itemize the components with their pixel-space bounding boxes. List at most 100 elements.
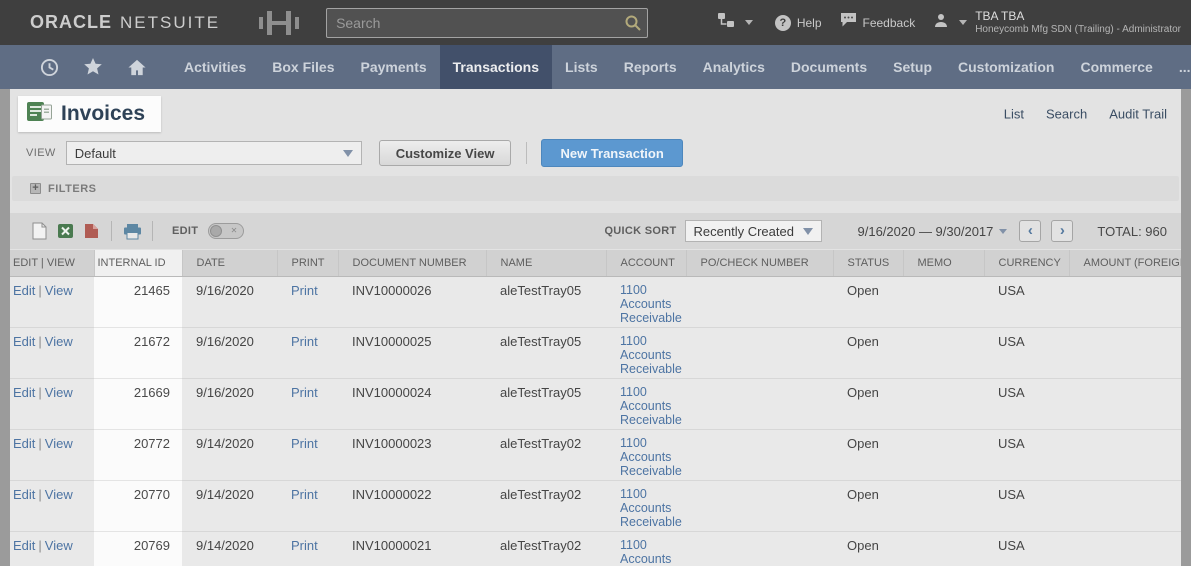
roles-menu[interactable] bbox=[717, 12, 753, 33]
account-link[interactable]: 1100 Accounts Receivable bbox=[620, 436, 686, 478]
nav-item-payments[interactable]: Payments bbox=[348, 45, 440, 89]
total-count: TOTAL: 960 bbox=[1097, 224, 1167, 239]
nav-item-more[interactable]: ... bbox=[1166, 45, 1191, 89]
column-header-internal-id[interactable]: INTERNAL ID bbox=[94, 250, 182, 276]
column-header-name[interactable]: NAME bbox=[486, 250, 606, 276]
search-input[interactable] bbox=[326, 8, 648, 38]
column-header-currency[interactable]: CURRENCY bbox=[984, 250, 1069, 276]
prev-page-button[interactable]: ‹ bbox=[1019, 220, 1041, 242]
view-link[interactable]: View bbox=[45, 436, 73, 451]
edit-link[interactable]: Edit bbox=[13, 436, 35, 451]
view-row: VIEW Default Customize View New Transact… bbox=[10, 139, 1181, 167]
new-record-page-icon[interactable] bbox=[26, 222, 52, 240]
account-cell: 1100 Accounts Receivable bbox=[606, 378, 686, 429]
netsuite-logo[interactable]: ORACLE NETSUITE bbox=[30, 12, 220, 33]
nav-item-setup[interactable]: Setup bbox=[880, 45, 945, 89]
view-link[interactable]: View bbox=[45, 538, 73, 553]
date-cell: 9/14/2020 bbox=[182, 429, 277, 480]
print-cell: Print bbox=[277, 378, 338, 429]
account-cell: 1100 Accounts Receivable bbox=[606, 327, 686, 378]
quick-sort-select[interactable]: Recently Created bbox=[685, 220, 822, 242]
header-link-search[interactable]: Search bbox=[1046, 107, 1087, 122]
column-header-edit-view[interactable]: EDIT | VIEW bbox=[10, 250, 94, 276]
print-link[interactable]: Print bbox=[291, 538, 318, 553]
nav-item-documents[interactable]: Documents bbox=[778, 45, 880, 89]
user-menu[interactable] bbox=[933, 12, 967, 33]
column-header-print[interactable]: PRINT bbox=[277, 250, 338, 276]
global-search bbox=[326, 8, 648, 38]
account-link[interactable]: 1100 Accounts Receivable bbox=[620, 283, 686, 325]
memo-cell bbox=[903, 327, 984, 378]
nav-item-lists[interactable]: Lists bbox=[552, 45, 611, 89]
name-cell: aleTestTray05 bbox=[486, 327, 606, 378]
page-header-links: List Search Audit Trail bbox=[1004, 107, 1167, 122]
feedback-button[interactable]: Feedback bbox=[840, 12, 916, 33]
edit-link[interactable]: Edit bbox=[13, 538, 35, 553]
page-title-chip: Invoices bbox=[18, 96, 161, 132]
account-link[interactable]: 1100 Accounts Receivable bbox=[620, 385, 686, 427]
help-button[interactable]: ? Help bbox=[775, 15, 822, 31]
view-link[interactable]: View bbox=[45, 334, 73, 349]
column-header-date[interactable]: DATE bbox=[182, 250, 277, 276]
column-header-memo[interactable]: MEMO bbox=[903, 250, 984, 276]
export-pdf-icon[interactable] bbox=[78, 223, 104, 239]
nav-item-activities[interactable]: Activities bbox=[171, 45, 259, 89]
edit-view-cell: Edit|View bbox=[10, 531, 94, 566]
account-link[interactable]: 1100 Accounts Receivable bbox=[620, 538, 686, 566]
print-link[interactable]: Print bbox=[291, 283, 318, 298]
filters-bar[interactable]: + FILTERS bbox=[12, 176, 1179, 201]
invoices-table: EDIT | VIEWINTERNAL IDDATEPRINTDOCUMENT … bbox=[10, 250, 1181, 566]
internal-id-cell: 21669 bbox=[94, 378, 182, 429]
amount-cell bbox=[1069, 276, 1181, 327]
view-link[interactable]: View bbox=[45, 487, 73, 502]
column-header-amount-foreign[interactable]: AMOUNT (FOREIGN bbox=[1069, 250, 1181, 276]
print-link[interactable]: Print bbox=[291, 334, 318, 349]
header-link-audit-trail[interactable]: Audit Trail bbox=[1109, 107, 1167, 122]
internal-id-cell: 20769 bbox=[94, 531, 182, 566]
edit-link[interactable]: Edit bbox=[13, 487, 35, 502]
search-icon[interactable] bbox=[625, 15, 641, 36]
link-separator: | bbox=[38, 436, 41, 451]
account-link[interactable]: 1100 Accounts Receivable bbox=[620, 487, 686, 529]
nav-item-transactions[interactable]: Transactions bbox=[440, 45, 552, 89]
nav-item-commerce[interactable]: Commerce bbox=[1067, 45, 1165, 89]
memo-cell bbox=[903, 378, 984, 429]
new-transaction-button[interactable]: New Transaction bbox=[541, 139, 682, 167]
recent-records-clock-icon[interactable] bbox=[30, 45, 69, 89]
print-icon[interactable] bbox=[119, 223, 145, 240]
nav-item-reports[interactable]: Reports bbox=[611, 45, 690, 89]
date-range-selector[interactable]: 9/16/2020 — 9/30/2017 bbox=[858, 224, 1008, 239]
po-check-number-cell bbox=[686, 378, 833, 429]
edit-link[interactable]: Edit bbox=[13, 334, 35, 349]
edit-link[interactable]: Edit bbox=[13, 283, 35, 298]
edit-link[interactable]: Edit bbox=[13, 385, 35, 400]
invoice-table-body: Edit|View214659/16/2020PrintINV10000026a… bbox=[10, 276, 1181, 566]
print-link[interactable]: Print bbox=[291, 385, 318, 400]
export-excel-icon[interactable] bbox=[52, 223, 78, 239]
account-cell: 1100 Accounts Receivable bbox=[606, 480, 686, 531]
column-header-account[interactable]: ACCOUNT bbox=[606, 250, 686, 276]
home-icon[interactable] bbox=[117, 45, 157, 89]
table-row: Edit|View216699/16/2020PrintINV10000024a… bbox=[10, 378, 1181, 429]
header-link-list[interactable]: List bbox=[1004, 107, 1024, 122]
inline-edit-toggle[interactable]: ✕ bbox=[208, 223, 244, 239]
nav-item-customization[interactable]: Customization bbox=[945, 45, 1067, 89]
column-header-document-number[interactable]: DOCUMENT NUMBER bbox=[338, 250, 486, 276]
print-link[interactable]: Print bbox=[291, 436, 318, 451]
view-link[interactable]: View bbox=[45, 385, 73, 400]
nav-item-box-files[interactable]: Box Files bbox=[259, 45, 347, 89]
shortcuts-star-icon[interactable] bbox=[73, 45, 113, 89]
column-header-po-check-number[interactable]: PO/CHECK NUMBER bbox=[686, 250, 833, 276]
print-link[interactable]: Print bbox=[291, 487, 318, 502]
date-cell: 9/16/2020 bbox=[182, 327, 277, 378]
customize-view-button[interactable]: Customize View bbox=[379, 140, 512, 166]
currency-cell: USA bbox=[984, 480, 1069, 531]
column-header-status[interactable]: STATUS bbox=[833, 250, 903, 276]
quick-sort-label: QUICK SORT bbox=[604, 225, 676, 237]
view-link[interactable]: View bbox=[45, 283, 73, 298]
nav-item-analytics[interactable]: Analytics bbox=[690, 45, 778, 89]
view-select[interactable]: Default bbox=[66, 141, 362, 165]
feedback-icon bbox=[840, 12, 857, 33]
next-page-button[interactable]: › bbox=[1051, 220, 1073, 242]
account-link[interactable]: 1100 Accounts Receivable bbox=[620, 334, 686, 376]
